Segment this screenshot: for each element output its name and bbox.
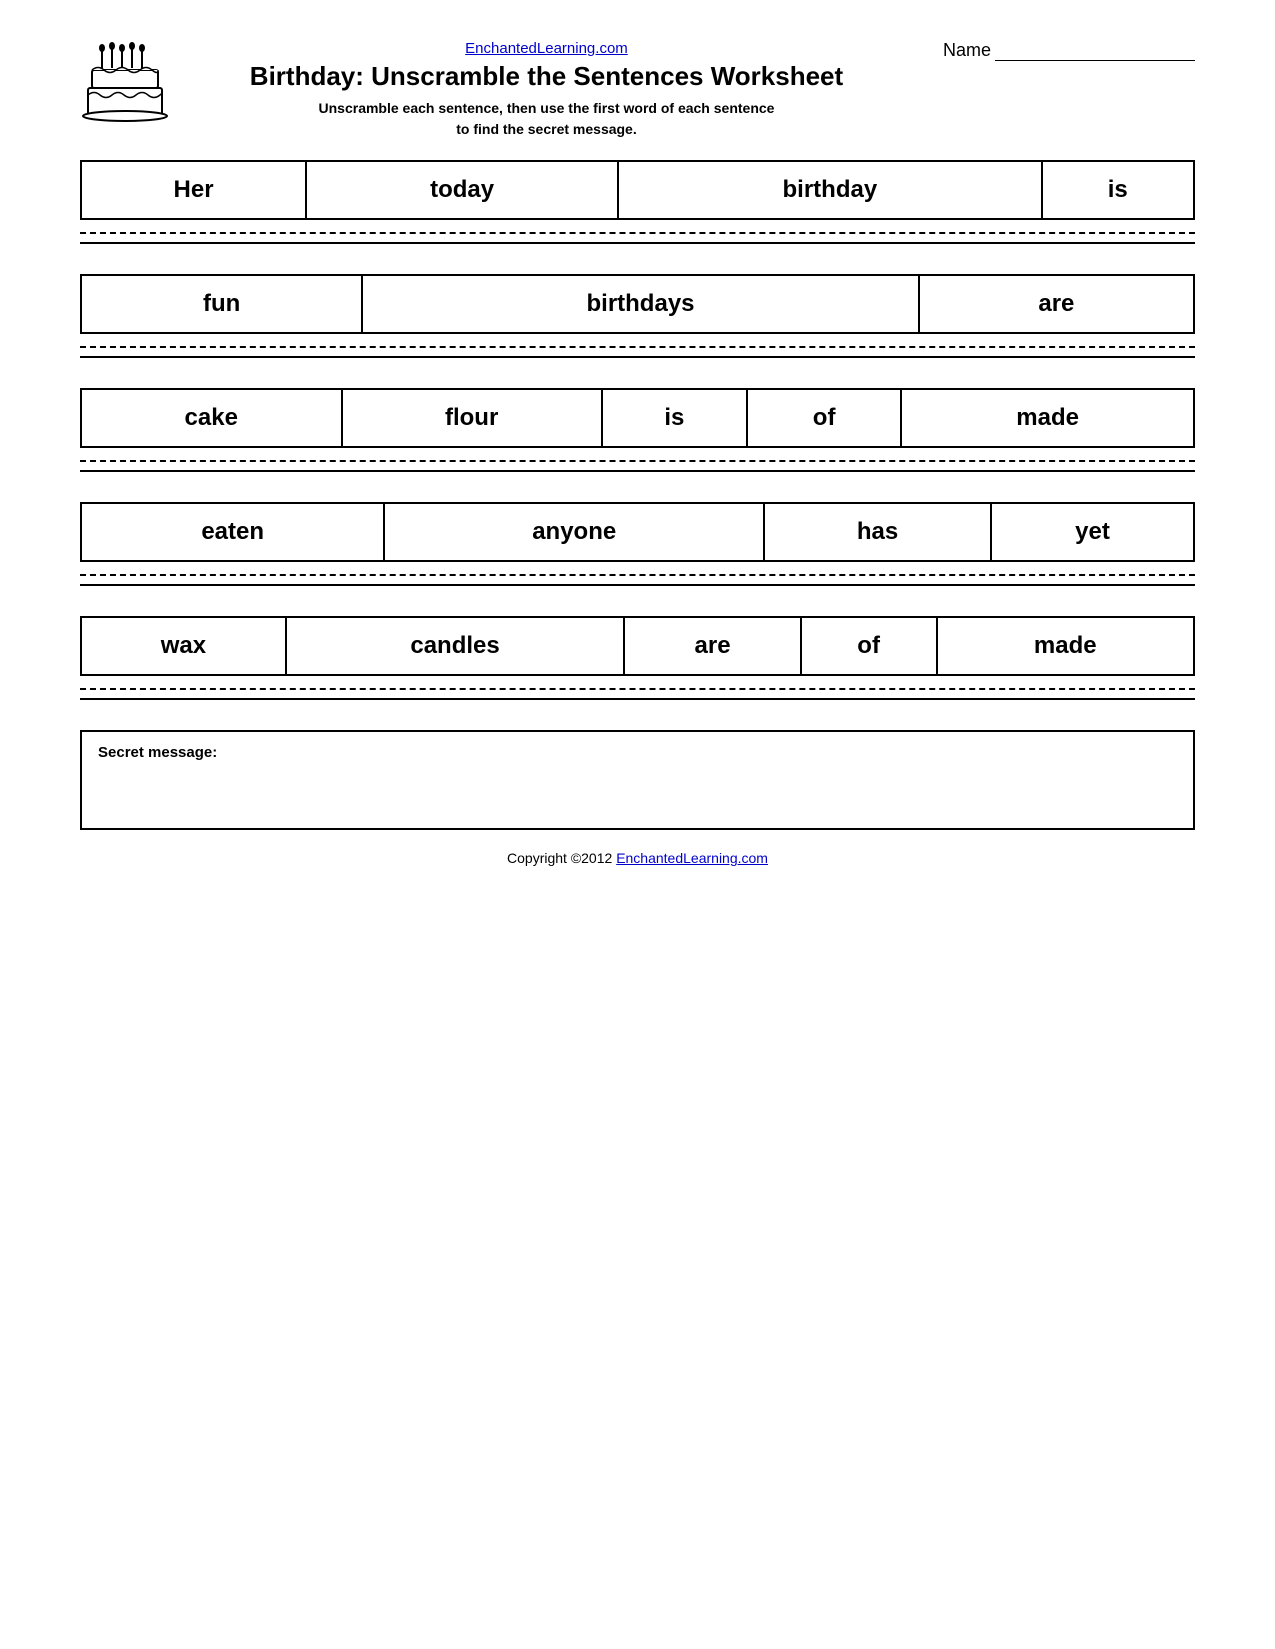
header-text-block: EnchantedLearning.com Birthday: Unscramb… <box>170 40 923 140</box>
word-cell: made <box>901 389 1194 447</box>
name-input-line <box>995 41 1195 61</box>
word-cell: cake <box>81 389 342 447</box>
copyright-year: ©2012 <box>571 850 612 866</box>
cake-icon <box>80 40 170 130</box>
word-cell: is <box>602 389 747 447</box>
word-cell: is <box>1042 161 1194 219</box>
word-cell: anyone <box>384 503 764 561</box>
word-cell: of <box>747 389 901 447</box>
sentence-2-table: fun birthdays are <box>80 274 1195 334</box>
solid-line-5 <box>80 698 1195 700</box>
dotted-line-3 <box>80 460 1195 462</box>
word-cell: fun <box>81 275 362 333</box>
secret-message-label: Secret message: <box>98 744 217 761</box>
word-cell: birthday <box>618 161 1041 219</box>
word-cell: of <box>801 617 937 675</box>
dotted-line-4 <box>80 574 1195 576</box>
word-cell: birthdays <box>362 275 919 333</box>
sentence-5-table: wax candles are of made <box>80 616 1195 676</box>
word-cell: flour <box>342 389 602 447</box>
sentence-4: eaten anyone has yet <box>80 502 1195 586</box>
sentence-1-table: Her today birthday is <box>80 160 1195 220</box>
sentence-5: wax candles are of made <box>80 616 1195 700</box>
page-header: EnchantedLearning.com Birthday: Unscramb… <box>80 40 1195 140</box>
word-cell: are <box>624 617 800 675</box>
name-field: Name <box>943 40 1195 61</box>
secret-message-box: Secret message: <box>80 730 1195 830</box>
page-title: Birthday: Unscramble the Sentences Works… <box>170 61 923 92</box>
word-cell: has <box>764 503 991 561</box>
dotted-line-5 <box>80 688 1195 690</box>
word-cell: Her <box>81 161 306 219</box>
sentence-1: Her today birthday is <box>80 160 1195 244</box>
name-label: Name <box>943 40 991 61</box>
solid-line-2 <box>80 356 1195 358</box>
solid-line-3 <box>80 470 1195 472</box>
solid-line-4 <box>80 584 1195 586</box>
copyright-text: Copyright <box>507 850 567 866</box>
word-cell: wax <box>81 617 286 675</box>
sentence-4-table: eaten anyone has yet <box>80 502 1195 562</box>
site-link-top[interactable]: EnchantedLearning.com <box>170 40 923 57</box>
word-cell: eaten <box>81 503 384 561</box>
solid-line-1 <box>80 242 1195 244</box>
sentence-3: cake flour is of made <box>80 388 1195 472</box>
word-cell: made <box>937 617 1195 675</box>
sentence-2: fun birthdays are <box>80 274 1195 358</box>
dotted-line-2 <box>80 346 1195 348</box>
site-link-footer[interactable]: EnchantedLearning.com <box>616 850 768 866</box>
sentence-3-table: cake flour is of made <box>80 388 1195 448</box>
page-footer: Copyright ©2012 EnchantedLearning.com <box>80 850 1195 866</box>
word-cell: today <box>306 161 618 219</box>
word-cell: candles <box>286 617 625 675</box>
word-cell: are <box>919 275 1194 333</box>
page-subtitle: Unscramble each sentence, then use the f… <box>170 98 923 140</box>
dotted-line-1 <box>80 232 1195 234</box>
word-cell: yet <box>991 503 1194 561</box>
